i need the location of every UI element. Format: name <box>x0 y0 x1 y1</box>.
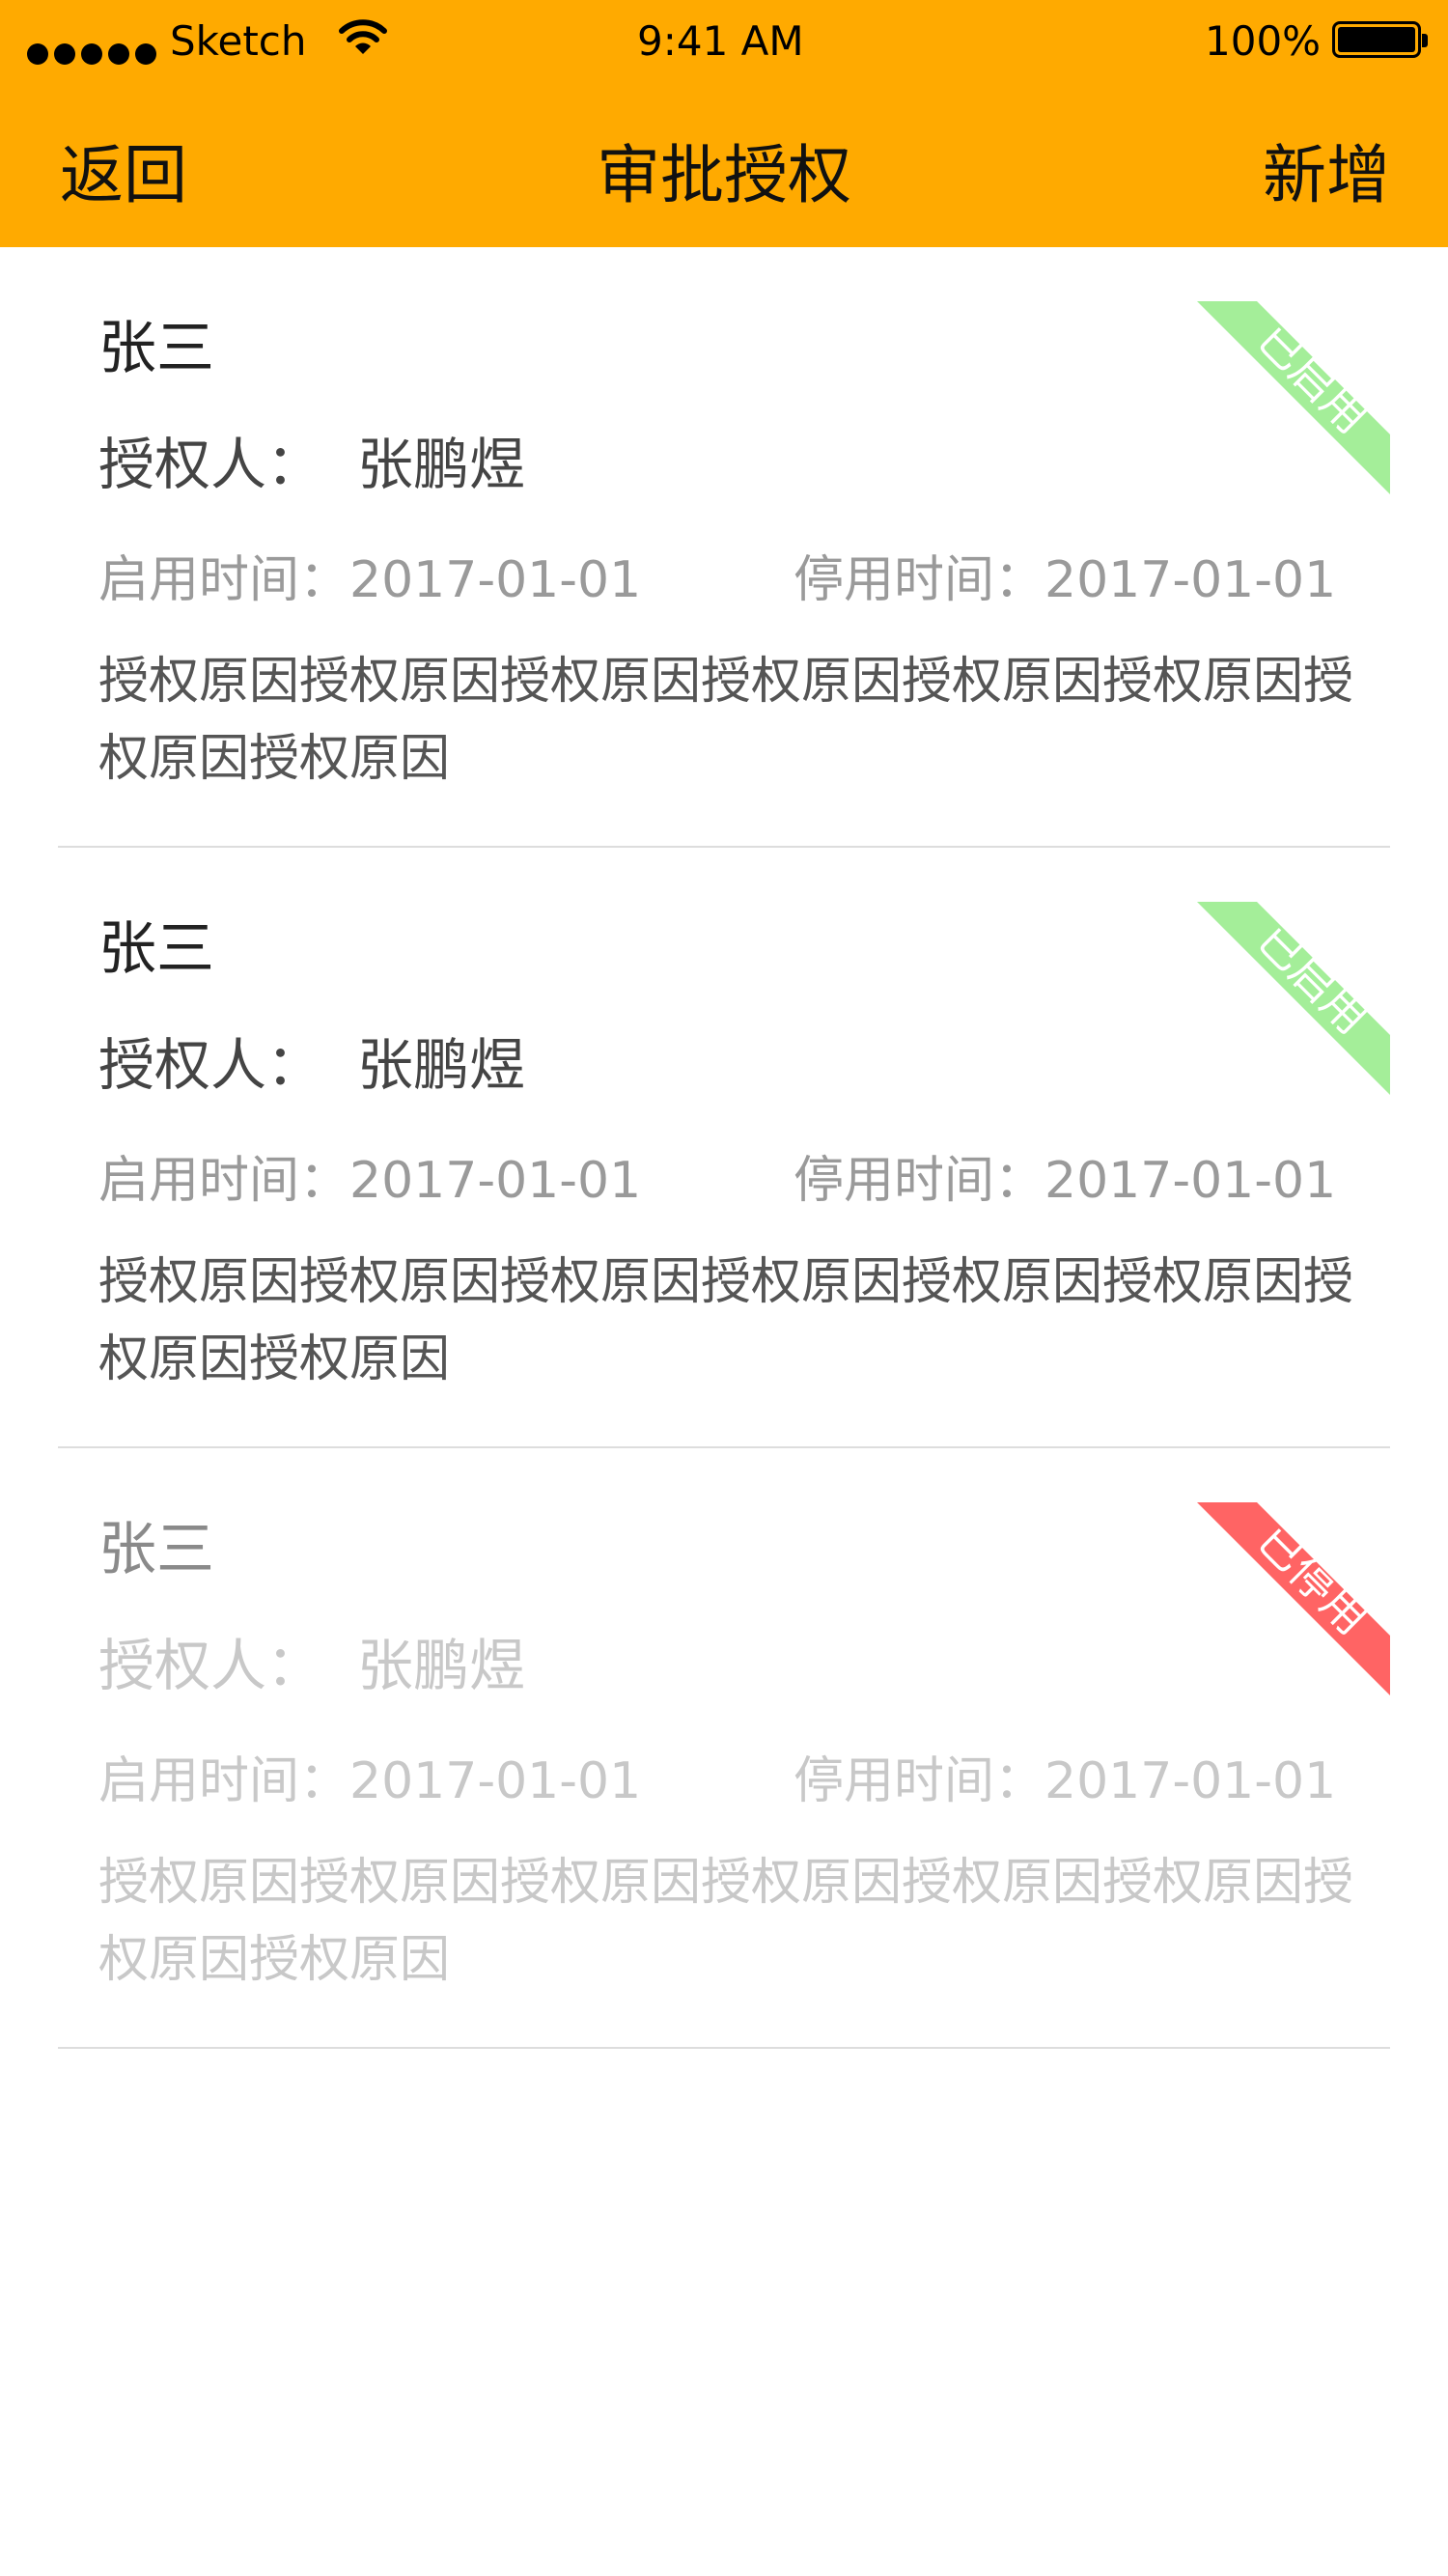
status-bar: Sketch 9:41 AM 100% <box>0 0 1448 83</box>
clock: 9:41 AM <box>637 17 804 65</box>
battery-percentage: 100% <box>1205 17 1322 65</box>
add-button[interactable]: 新增 <box>1263 124 1390 216</box>
page-title: 审批授权 <box>597 138 851 212</box>
authorizer-name: 张鹏煜 <box>357 432 526 497</box>
end-time: 停用时间：2017-01-01 <box>794 1152 1337 1210</box>
signal-dots-icon <box>27 27 162 74</box>
record-name: 张三 <box>98 915 214 983</box>
carrier-label: Sketch <box>170 17 307 65</box>
divider <box>58 2047 1390 2049</box>
reason-text: 授权原因授权原因授权原因授权原因授权原因授权原因授权原因授权原因 <box>98 1854 1354 1989</box>
record-name: 张三 <box>98 315 214 382</box>
start-time: 启用时间：2017-01-01 <box>98 551 642 609</box>
authorizer-row: 授权人： 张鹏煜 <box>98 419 525 500</box>
end-time: 停用时间：2017-01-01 <box>794 1752 1337 1810</box>
status-badge-disabled: 已停用 <box>1197 1502 1390 1695</box>
status-badge-label: 已启用 <box>1248 313 1379 444</box>
status-badge-label: 已启用 <box>1248 913 1379 1045</box>
record-card[interactable]: 张三 授权人： 张鹏煜 启用时间：2017-01-01 停用时间：2017-01-… <box>58 1448 1390 2049</box>
record-card[interactable]: 张三 授权人： 张鹏煜 启用时间：2017-01-01 停用时间：2017-01-… <box>58 247 1390 848</box>
record-card[interactable]: 张三 授权人： 张鹏煜 启用时间：2017-01-01 停用时间：2017-01-… <box>58 848 1390 1448</box>
authorizer-name: 张鹏煜 <box>357 1032 526 1098</box>
reason-text: 授权原因授权原因授权原因授权原因授权原因授权原因授权原因授权原因 <box>98 1253 1354 1388</box>
authorizer-row: 授权人： 张鹏煜 <box>98 1020 525 1101</box>
authorizer-label: 授权人： <box>98 432 323 497</box>
wifi-icon <box>339 19 387 54</box>
start-time: 启用时间：2017-01-01 <box>98 1752 642 1810</box>
status-badge-enabled: 已启用 <box>1197 902 1390 1095</box>
header-bar: Sketch 9:41 AM 100% 返回 审批授权 新增 <box>0 0 1448 247</box>
authorizer-name: 张鹏煜 <box>357 1633 526 1698</box>
record-name: 张三 <box>98 1516 214 1583</box>
status-badge-label: 已停用 <box>1248 1514 1379 1645</box>
start-time: 启用时间：2017-01-01 <box>98 1152 642 1210</box>
status-badge-enabled: 已启用 <box>1197 301 1390 494</box>
end-time: 停用时间：2017-01-01 <box>794 551 1337 609</box>
battery-icon <box>1332 21 1428 58</box>
authorizer-label: 授权人： <box>98 1032 323 1098</box>
authorizer-row: 授权人： 张鹏煜 <box>98 1620 525 1701</box>
authorizer-label: 授权人： <box>98 1633 323 1698</box>
reason-text: 授权原因授权原因授权原因授权原因授权原因授权原因授权原因授权原因 <box>98 653 1354 788</box>
